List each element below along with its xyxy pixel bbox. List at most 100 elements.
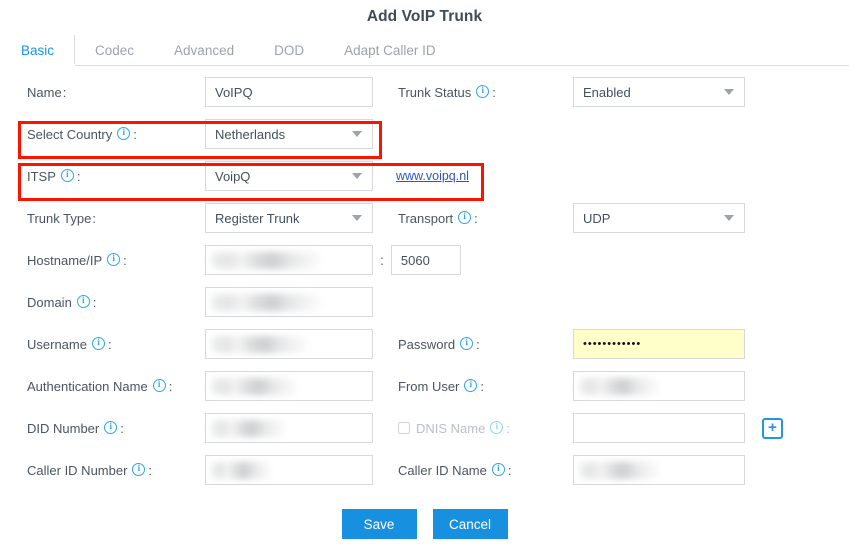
tab-codec[interactable]: Codec	[75, 35, 155, 66]
field-row-itsp: ITSP i : VoipQ www.voipq.nl	[27, 161, 469, 191]
itsp-select[interactable]: VoipQ	[205, 161, 373, 191]
info-icon[interactable]: i	[117, 126, 131, 140]
field-row-domain: Domain i :	[27, 287, 373, 317]
redacted-value	[579, 378, 659, 395]
save-button[interactable]: Save	[341, 509, 417, 539]
port-value: 5060	[400, 252, 430, 268]
domain-label-text: Domain	[27, 294, 72, 310]
dialog-footer: Save Cancel	[0, 509, 849, 539]
hostname-ip-label: Hostname/IP i :	[27, 252, 205, 268]
username-label-colon: :	[107, 336, 112, 352]
hostname-ip-label-colon: :	[123, 252, 127, 268]
info-icon-glyph: i	[122, 127, 126, 137]
itsp-label: ITSP i :	[27, 168, 205, 184]
trunk-status-select[interactable]: Enabled	[573, 77, 745, 107]
password-label-colon: :	[476, 336, 480, 352]
field-row-name: Name: VoIPQ	[27, 77, 373, 107]
itsp-website-link[interactable]: www.voipq.nl	[396, 169, 469, 183]
from-user-input[interactable]	[573, 371, 745, 401]
trunk-status-label: Trunk Status i :	[398, 84, 573, 99]
password-input[interactable]: ••••••••••••	[573, 329, 745, 359]
select-country-label: Select Country i :	[27, 126, 205, 142]
cancel-button[interactable]: Cancel	[432, 509, 508, 539]
field-row-did-number: DID Number i :	[27, 413, 373, 443]
redacted-value	[211, 420, 285, 437]
trunk-type-label-text: Trunk Type	[27, 210, 92, 226]
info-icon[interactable]: i	[491, 462, 505, 476]
trunk-type-select[interactable]: Register Trunk	[205, 203, 373, 233]
field-row-from-user: From User i :	[398, 371, 745, 401]
tab-advanced[interactable]: Advanced	[154, 35, 255, 66]
info-icon[interactable]: i	[458, 210, 472, 224]
username-input[interactable]	[205, 329, 373, 359]
hostname-ip-input[interactable]	[205, 245, 373, 275]
caller-id-name-input[interactable]	[573, 455, 745, 485]
info-icon[interactable]: i	[460, 336, 474, 350]
authentication-name-label: Authentication Name i :	[27, 378, 205, 394]
info-icon-glyph: i	[112, 253, 115, 263]
tab-dod[interactable]: DOD	[254, 35, 325, 66]
info-icon-glyph: i	[481, 85, 484, 95]
info-icon-glyph: i	[109, 421, 112, 431]
authentication-name-label-text: Authentication Name	[27, 378, 148, 394]
chevron-down-icon	[724, 89, 734, 95]
password-label-text: Password	[398, 336, 456, 352]
info-icon[interactable]: i	[464, 378, 478, 392]
trunk-status-value: Enabled	[583, 84, 631, 100]
field-row-authentication-name: Authentication Name i :	[27, 371, 373, 401]
info-icon[interactable]: i	[476, 84, 490, 98]
transport-value: UDP	[583, 210, 611, 226]
info-icon[interactable]: i	[107, 252, 121, 266]
voip-trunk-form: Name: VoIPQ Trunk Status i : Enabled Sel…	[0, 74, 849, 494]
field-row-transport: Transport i : UDP	[398, 203, 745, 233]
info-icon[interactable]: i	[490, 420, 504, 434]
field-row-username: Username i :	[27, 329, 373, 359]
redacted-value	[211, 336, 307, 353]
transport-label: Transport i :	[398, 210, 573, 226]
info-icon[interactable]: i	[91, 336, 105, 350]
info-icon[interactable]: i	[76, 294, 90, 308]
password-label: Password i :	[398, 336, 573, 352]
chevron-down-icon	[724, 215, 734, 221]
from-user-label: From User i :	[398, 378, 573, 394]
did-number-label-text: DID Number	[27, 420, 100, 436]
select-country-select[interactable]: Netherlands	[205, 119, 373, 149]
info-icon[interactable]: i	[132, 462, 146, 476]
dnis-name-input[interactable]	[573, 413, 745, 443]
info-icon[interactable]: i	[152, 378, 166, 392]
transport-label-text: Transport	[398, 210, 454, 226]
tab-basic[interactable]: Basic	[0, 35, 76, 66]
transport-select[interactable]: UDP	[573, 203, 745, 233]
name-label: Name:	[27, 86, 205, 99]
domain-input[interactable]	[205, 287, 373, 317]
did-number-input[interactable]	[205, 413, 373, 443]
info-icon[interactable]: i	[104, 420, 118, 434]
from-user-label-colon: :	[480, 378, 485, 394]
authentication-name-input[interactable]	[205, 371, 373, 401]
caller-id-name-label-colon: :	[507, 462, 512, 478]
page-title: Add VoIP Trunk	[366, 8, 483, 25]
itsp-value: VoipQ	[215, 168, 251, 184]
redacted-value	[211, 378, 297, 395]
name-input[interactable]: VoIPQ	[205, 77, 373, 107]
caller-id-number-label-colon: :	[148, 462, 153, 478]
field-row-caller-id-name: Caller ID Name i :	[398, 455, 745, 485]
port-input[interactable]: 5060	[390, 245, 461, 275]
info-icon-glyph: i	[465, 337, 468, 347]
add-dnis-button[interactable]: +	[762, 417, 783, 439]
tab-adapt-caller-id[interactable]: Adapt Caller ID	[324, 35, 456, 66]
trunk-type-value: Register Trunk	[215, 210, 300, 226]
itsp-label-text: ITSP	[27, 168, 56, 184]
select-country-label-colon: :	[133, 126, 137, 142]
transport-label-colon: :	[474, 210, 478, 226]
info-icon[interactable]: i	[60, 168, 74, 182]
caller-id-number-input[interactable]	[205, 455, 373, 485]
chevron-down-icon	[352, 173, 362, 179]
from-user-label-text: From User	[398, 378, 460, 394]
dnis-name-checkbox[interactable]	[398, 422, 410, 434]
username-label: Username i :	[27, 336, 205, 352]
info-icon-glyph: i	[66, 169, 69, 179]
info-icon-glyph: i	[469, 379, 473, 389]
dnis-name-label-colon: :	[506, 420, 510, 436]
dnis-name-label-text: DNIS Name	[416, 420, 486, 436]
